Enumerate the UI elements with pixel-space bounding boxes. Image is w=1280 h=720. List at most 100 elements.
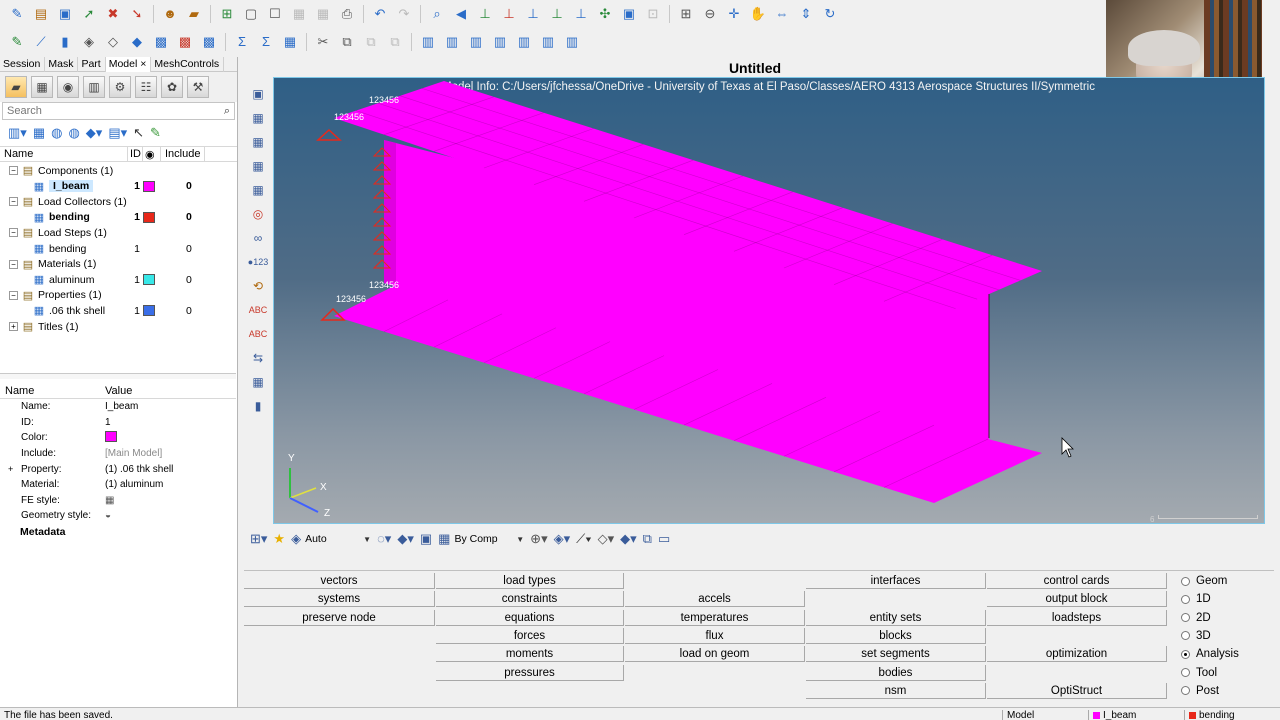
tree-item[interactable]: ▦ aluminum 1 0: [0, 272, 236, 287]
plane-icon[interactable]: ◇▾: [598, 531, 615, 547]
editor-value[interactable]: [105, 430, 117, 445]
tree-folder[interactable]: − ▤ Materials (1): [0, 257, 236, 272]
frame-icon[interactable]: ☐: [264, 4, 286, 24]
cut-icon[interactable]: ✂: [312, 32, 334, 52]
label2-icon[interactable]: ABC: [248, 324, 268, 343]
isolate-icon[interactable]: ▦: [33, 125, 45, 141]
tree-folder[interactable]: − ▤ Load Collectors (1): [0, 194, 236, 209]
optistruct-button[interactable]: OptiStruct: [987, 682, 1167, 699]
arrow-left-icon[interactable]: ◀: [450, 4, 472, 24]
editor-value[interactable]: ▦: [105, 495, 114, 506]
shade-icon[interactable]: ◆▾: [397, 531, 414, 547]
close-tab-icon[interactable]: ×: [140, 58, 146, 70]
numbering-icon[interactable]: ●123: [248, 252, 268, 271]
moments-button[interactable]: moments: [436, 646, 624, 663]
cube-icon[interactable]: ◈: [78, 32, 100, 52]
interfaces-button[interactable]: interfaces: [806, 573, 986, 589]
radio-dot[interactable]: [1181, 649, 1190, 659]
component-view-icon[interactable]: ▦: [31, 76, 53, 98]
material-icon[interactable]: ✿: [161, 76, 183, 98]
axis-xy-icon[interactable]: ⊥: [474, 4, 496, 24]
view7-icon[interactable]: ▥: [561, 32, 583, 52]
hide-icon[interactable]: ◍: [68, 125, 79, 141]
lasso-icon[interactable]: ◌▾: [377, 531, 391, 547]
editor-row[interactable]: ID: 1: [0, 415, 236, 431]
color-swatch[interactable]: [143, 180, 155, 192]
show-icon[interactable]: ◍: [51, 125, 62, 141]
mesh-icon[interactable]: ▩: [150, 32, 172, 52]
star-icon[interactable]: ★: [273, 531, 285, 547]
expand-toggle-icon[interactable]: −: [9, 290, 18, 300]
axis-yz-icon[interactable]: ⊥: [498, 4, 520, 24]
tab-mask[interactable]: Mask: [45, 57, 79, 72]
axis-zx-icon[interactable]: ⊥: [522, 4, 544, 24]
mesh-red-icon[interactable]: ▩: [174, 32, 196, 52]
capture-icon[interactable]: ▣: [618, 4, 640, 24]
zoom-box-icon[interactable]: ⊞: [675, 4, 697, 24]
axis-iso1-icon[interactable]: ⊥: [546, 4, 568, 24]
auto-dropdown[interactable]: ◈ Auto ▼: [291, 531, 371, 547]
radio-dot[interactable]: [1181, 668, 1190, 677]
rotate-h-icon[interactable]: ⇔: [771, 4, 793, 24]
cube-filter-icon[interactable]: ▤▾: [108, 125, 127, 141]
tab-session[interactable]: Session: [0, 57, 46, 72]
search-icon[interactable]: ⌕: [224, 105, 234, 118]
property-icon[interactable]: ⚒: [187, 76, 209, 98]
expand-toggle-icon[interactable]: +: [8, 464, 13, 474]
radio-analysis[interactable]: Analysis: [1181, 648, 1239, 660]
col-include[interactable]: Include: [161, 147, 206, 161]
color-swatch[interactable]: [143, 274, 155, 286]
undo-icon[interactable]: ↶: [369, 4, 391, 24]
ruler-icon[interactable]: ⟋: [30, 32, 52, 52]
redo-icon[interactable]: ↷: [393, 4, 415, 24]
copy-icon[interactable]: ⧉: [336, 32, 358, 52]
element-icon[interactable]: ◆▾: [620, 531, 637, 547]
mesh4-icon[interactable]: ▦: [248, 180, 268, 199]
mesh2-icon[interactable]: ▦: [248, 132, 268, 151]
display-toggle-icon[interactable]: ▥▾: [8, 125, 27, 141]
equations-button[interactable]: equations: [436, 609, 624, 626]
tree-item[interactable]: ▦ .06 thk shell 1 0: [0, 303, 236, 318]
pencil-icon[interactable]: ✎: [6, 32, 28, 52]
solid-icon[interactable]: ◈▾: [554, 531, 571, 547]
editor-row[interactable]: Name: I_beam: [0, 399, 236, 415]
gear-icon[interactable]: ⚙: [109, 76, 131, 98]
editor-row[interactable]: Material: (1) aluminum: [0, 477, 236, 493]
assembly-icon[interactable]: ◉: [57, 76, 79, 98]
view5-icon[interactable]: ▥: [513, 32, 535, 52]
constraint-triangle[interactable]: [316, 128, 342, 141]
panel-splitter[interactable]: [0, 373, 236, 379]
box-icon[interactable]: ▦: [248, 372, 268, 391]
axis-iso2-icon[interactable]: ⊥: [570, 4, 592, 24]
bottle-icon[interactable]: ▮: [248, 396, 268, 415]
preserve-node-button[interactable]: preserve node: [244, 609, 435, 626]
line-icon[interactable]: ⟋▾: [576, 531, 591, 547]
systems-button[interactable]: systems: [244, 591, 435, 608]
expand-toggle-icon[interactable]: +: [9, 322, 18, 331]
accels-button[interactable]: accels: [625, 591, 805, 608]
calculator-icon[interactable]: ▦: [279, 32, 301, 52]
tree-folder[interactable]: + ▤ Titles (1): [0, 319, 236, 334]
temperatures-button[interactable]: temperatures: [625, 609, 805, 626]
layer-icon[interactable]: ◆▾: [86, 125, 103, 141]
set-segments-button[interactable]: set segments: [806, 646, 986, 663]
view6-icon[interactable]: ▥: [537, 32, 559, 52]
open-model-icon[interactable]: ✎: [6, 4, 28, 24]
col-name[interactable]: Name: [0, 147, 128, 161]
editor-row[interactable]: Include: [Main Model]: [0, 446, 236, 462]
bodies-button[interactable]: bodies: [806, 664, 986, 681]
forces-button[interactable]: forces: [436, 627, 624, 644]
folder-icon[interactable]: ▰: [183, 4, 205, 24]
editor-row[interactable]: Color:: [0, 430, 236, 446]
nsm-button[interactable]: nsm: [806, 682, 986, 699]
radio-geom[interactable]: Geom: [1181, 575, 1227, 587]
transform-icon[interactable]: ⇆: [248, 348, 268, 367]
mesh3-icon[interactable]: ▦: [248, 156, 268, 175]
wireframe-icon[interactable]: ⊕▾: [530, 531, 547, 547]
folder-icon[interactable]: ▰: [5, 76, 27, 98]
expand-toggle-icon[interactable]: −: [9, 228, 18, 238]
save-icon[interactable]: ▣: [54, 4, 76, 24]
tab-part[interactable]: Part: [78, 57, 106, 72]
add-panel-icon[interactable]: ⊞: [216, 4, 238, 24]
mesh-style-icon[interactable]: ▦: [105, 495, 114, 506]
